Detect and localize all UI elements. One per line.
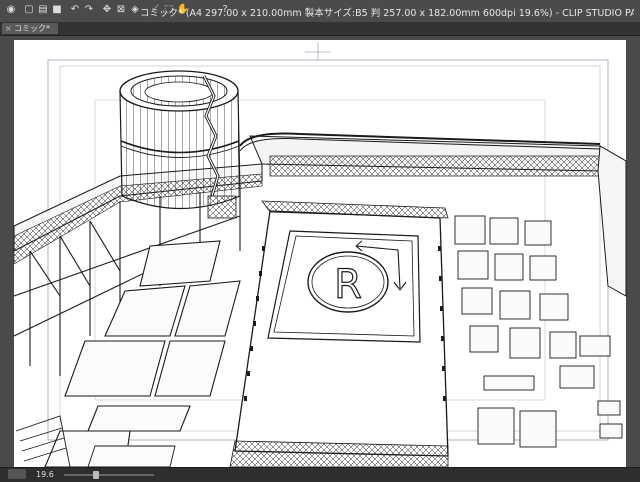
app-menu-icon[interactable]: ◉	[4, 2, 18, 16]
transform-icon[interactable]: ✥	[100, 2, 114, 16]
cylinder-tank	[119, 70, 241, 219]
zoom-slider[interactable]	[64, 471, 154, 479]
canvas-area[interactable]: R	[0, 36, 640, 467]
save-icon[interactable]: ■	[50, 2, 64, 16]
title-bar: ◉ ▢ ▤ ■ ↶ ↷ ✥ ⊠ ◈ ⟋ ⬚ ✋ ? コミック* (A4 297.…	[0, 0, 640, 23]
window-title: コミック* (A4 297.00 x 210.00mm 製本サイズ:B5 判 2…	[140, 8, 634, 19]
tab-comic[interactable]: × コミック*	[2, 23, 58, 34]
redo-icon[interactable]: ↷	[82, 2, 96, 16]
page-nav-icon[interactable]	[8, 469, 26, 479]
drawing: R	[13, 40, 627, 467]
zoom-slider-knob[interactable]	[93, 471, 100, 479]
svg-text:R: R	[334, 262, 362, 308]
close-icon[interactable]: ×	[5, 23, 12, 34]
clear-icon[interactable]: ⊠	[114, 2, 128, 16]
tab-label: コミック*	[14, 24, 50, 33]
tab-bar: × コミック*	[0, 22, 640, 36]
undo-icon[interactable]: ↶	[68, 2, 82, 16]
zoom-value[interactable]: 19.6	[36, 470, 54, 479]
open-file-icon[interactable]: ▤	[36, 2, 50, 16]
status-bar: 19.6	[0, 467, 640, 482]
new-file-icon[interactable]: ▢	[22, 2, 36, 16]
